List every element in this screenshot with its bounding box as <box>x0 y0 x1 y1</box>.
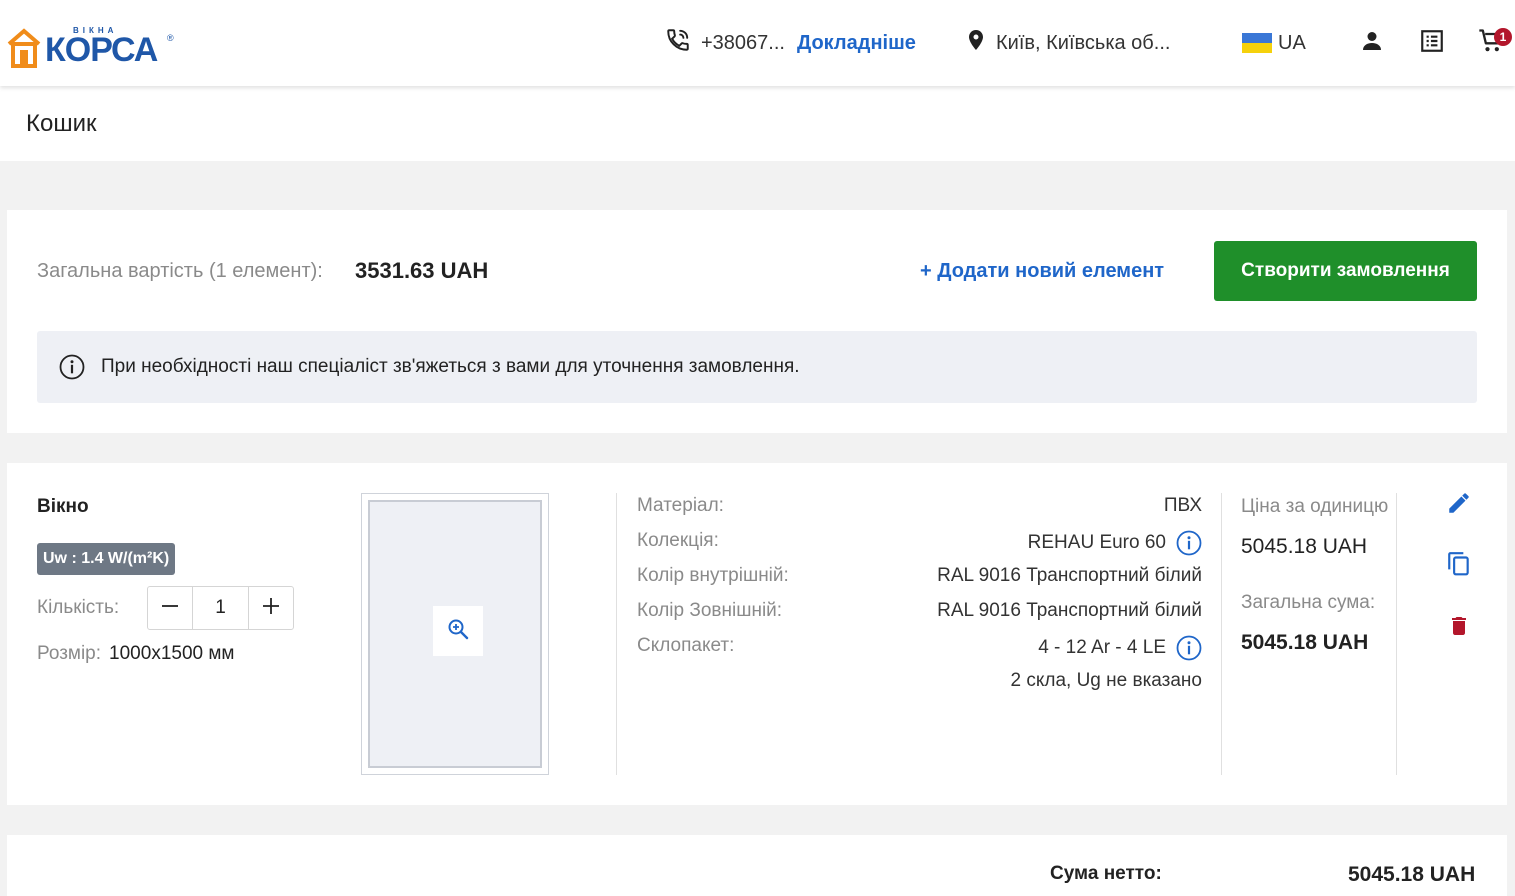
property-row: Склопакет: 4 - 12 Ar - 4 LE <box>637 633 1202 668</box>
cart-summary-card: Загальна вартість (1 елемент): 3531.63 U… <box>7 210 1507 433</box>
page-title-bar: Кошик <box>0 86 1515 161</box>
language-code: UA <box>1278 31 1306 54</box>
uw-badge: Uw : 1.4 W/(m²K) <box>37 543 176 575</box>
property-row: Колір внутрішній: RAL 9016 Транспортний … <box>637 563 1202 598</box>
collection-info-icon[interactable] <box>1176 530 1202 556</box>
size-label: Розмір: <box>37 643 102 664</box>
divider <box>1396 493 1397 775</box>
site-header: ВІКНА КОРСА ® +38067... Докладніше Київ,… <box>0 0 1515 86</box>
item-title: Вікно <box>37 496 89 517</box>
zoom-preview-button[interactable] <box>433 606 483 656</box>
property-key: Склопакет: <box>637 635 735 656</box>
user-account-button[interactable] <box>1357 28 1387 58</box>
property-key: Колекція: <box>637 530 719 551</box>
decrease-quantity-button[interactable] <box>148 587 192 629</box>
net-sum-value: 5045.18 UAH <box>1348 863 1476 886</box>
property-row: Матеріал: ПВХ <box>637 493 1202 528</box>
copy-icon <box>1446 551 1472 582</box>
glazing-info-icon[interactable] <box>1176 635 1202 661</box>
info-icon <box>59 354 85 380</box>
user-icon <box>1360 29 1384 58</box>
list-document-icon <box>1419 28 1445 59</box>
notice-text: При необхідності наш спеціаліст зв'яжеть… <box>101 356 800 377</box>
edit-item-button[interactable] <box>1444 490 1474 520</box>
brand-name: КОРСА <box>45 31 158 69</box>
cart-item-card: Вікно Uw : 1.4 W/(m²K) Кількість: 1 Розм… <box>7 463 1507 805</box>
property-value: 2 скла, Ug не вказано <box>1010 670 1202 691</box>
unit-price-label: Ціна за одиницю <box>1241 496 1389 517</box>
property-key: Колір Зовнішній: <box>637 600 783 621</box>
item-price-block: Ціна за одиницю 5045.18 UAH Загальна сум… <box>1241 493 1391 655</box>
quantity-input[interactable]: 1 <box>192 587 249 629</box>
property-value: ПВХ <box>1163 495 1202 516</box>
total-cost-value: 3531.63 UAH <box>355 258 489 283</box>
info-notice: При необхідності наш спеціаліст зв'яжеть… <box>37 331 1477 403</box>
brand-logo[interactable]: ВІКНА КОРСА ® <box>7 24 197 68</box>
size-value: 1000x1500 мм <box>109 643 235 664</box>
item-total-value: 5045.18 UAH <box>1241 631 1369 654</box>
window-preview <box>361 493 549 775</box>
pencil-icon <box>1446 490 1472 521</box>
quantity-label: Кількість: <box>37 597 120 618</box>
unit-price-value: 5045.18 UAH <box>1241 535 1368 558</box>
create-order-button[interactable]: Створити замовлення <box>1214 241 1477 301</box>
size-block: Розмір: 1000x1500 мм <box>37 643 235 665</box>
delete-item-button[interactable] <box>1444 613 1474 643</box>
location-text: Київ, Київська об... <box>996 31 1171 54</box>
phone-more-link[interactable]: Докладніше <box>797 32 916 55</box>
trash-icon <box>1447 613 1471 644</box>
add-new-item-link[interactable]: + Додати новий елемент <box>920 260 1164 283</box>
phone-block: +38067... Докладніше <box>665 28 916 58</box>
cart-count-badge: 1 <box>1494 28 1512 46</box>
property-row: Колекція: REHAU Euro 60 <box>637 528 1202 563</box>
zoom-in-icon <box>446 617 470 646</box>
total-cost-label: Загальна вартість (1 елемент): <box>37 260 323 282</box>
property-value: RAL 9016 Транспортний білий <box>937 565 1202 586</box>
property-value: 4 - 12 Ar - 4 LE <box>1038 637 1166 658</box>
phone-number[interactable]: +38067... <box>701 32 785 55</box>
duplicate-item-button[interactable] <box>1444 551 1474 581</box>
cart-totals-card: Сума нетто: 5045.18 UAH <box>7 835 1507 896</box>
increase-quantity-button[interactable] <box>249 587 293 629</box>
phone-icon <box>665 27 691 59</box>
page-title: Кошик <box>26 110 97 137</box>
location-selector[interactable]: Київ, Київська об... <box>964 28 1170 58</box>
map-pin-icon <box>964 27 988 59</box>
quantity-stepper: 1 <box>147 586 294 630</box>
orders-list-button[interactable] <box>1417 28 1447 58</box>
plus-icon <box>261 596 281 621</box>
ukraine-flag-icon <box>1242 33 1272 53</box>
minus-icon <box>160 596 180 621</box>
language-selector[interactable]: UA <box>1242 28 1306 58</box>
brand-registered-mark: ® <box>167 33 174 43</box>
property-key: Матеріал: <box>637 495 724 516</box>
divider <box>1221 493 1222 775</box>
property-value: RAL 9016 Транспортний білий <box>937 600 1202 621</box>
property-key: Колір внутрішній: <box>637 565 789 586</box>
house-logo-icon <box>7 28 41 68</box>
property-row: 2 скла, Ug не вказано <box>637 668 1202 703</box>
item-properties: Матеріал: ПВХ Колекція: REHAU Euro 60 Ко… <box>637 493 1202 703</box>
property-value: REHAU Euro 60 <box>1027 532 1166 553</box>
divider <box>616 493 617 775</box>
cart-button[interactable]: 1 <box>1476 28 1512 58</box>
property-row: Колір Зовнішній: RAL 9016 Транспортний б… <box>637 598 1202 633</box>
net-sum-label: Сума нетто: <box>1050 863 1162 884</box>
item-total-label: Загальна сума: <box>1241 592 1376 613</box>
